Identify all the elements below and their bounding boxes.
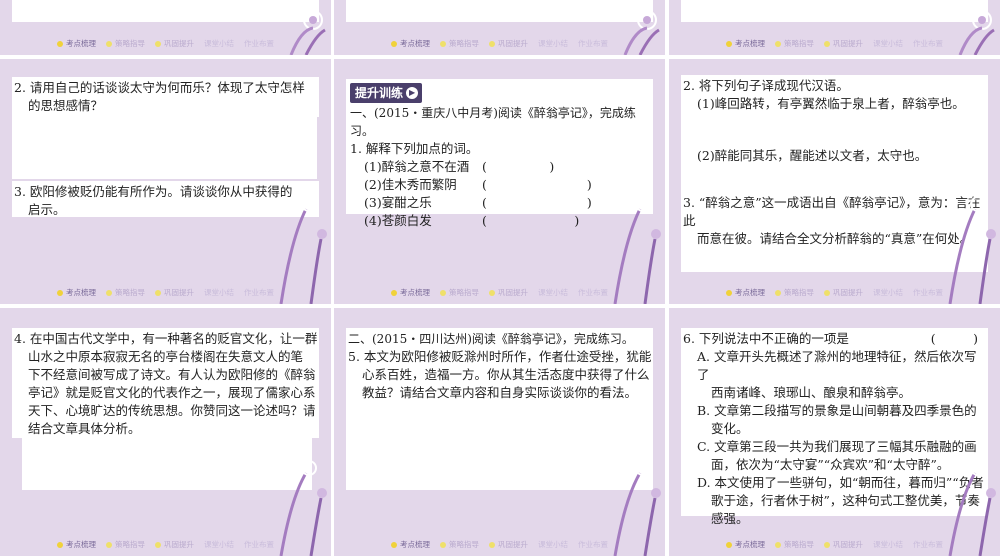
nav-kaodian[interactable]: 考点梳理: [726, 38, 765, 49]
slide-4: 2. 请用自己的话谈谈太守为何而乐？体现了太守怎样 的思想感情？ 3. 欧阳修被贬…: [0, 59, 331, 304]
nav-zuoye[interactable]: 作业布置: [244, 38, 274, 49]
question-2: 2. 请用自己的话谈谈太守为何而乐？体现了太守怎样 的思想感情？: [14, 80, 305, 113]
slide-footer: 考点梳理 策略指导 巩固提升 课堂小结 作业布置: [334, 287, 665, 298]
section-intro: 一、(2015・重庆八中月考)阅读《醉翁亭记》，完成练习。: [350, 106, 636, 138]
question-3: 3. “醉翁之意”这一成语出自《醉翁亭记》，意为：言在此 而意在彼。请结合全文分析…: [683, 195, 981, 246]
nav-gonggu[interactable]: 巩固提升: [489, 38, 528, 49]
nav-gonggu[interactable]: 巩固提升: [824, 539, 863, 550]
question-3: 3. 欧阳修被贬仍能有所作为。请谈谈你从中获得的 启示。: [14, 184, 293, 217]
question-panel: 提升训练 ▶ 一、(2015・重庆八中月考)阅读《醉翁亭记》，完成练习。 1. 解…: [346, 79, 653, 228]
nav-zuoye[interactable]: 作业布置: [913, 539, 943, 550]
sentence-2: (2)醉能同其乐，醒能述以文者，太守也。: [697, 148, 928, 163]
slide-7: 4. 在中国古代文学中，有一种著名的贬官文化，让一群 山水之中原本寂寂无名的亭台…: [0, 308, 331, 556]
tisheng-badge: 提升训练 ▶: [350, 83, 423, 103]
nav-celue[interactable]: 策略指导: [106, 287, 145, 298]
nav-zuoye[interactable]: 作业布置: [913, 38, 943, 49]
nav-zuoye[interactable]: 作业布置: [913, 287, 943, 298]
slide-footer: 考点梳理 策略指导 巩固提升 课堂小结 作业布置: [334, 539, 665, 550]
word-list: (1)醉翁之意不在酒( ) (2)佳木秀而繁阴( ) (3)宴酣之乐( ) (4…: [350, 158, 653, 230]
nav-xiaojie[interactable]: 课堂小结: [538, 539, 568, 550]
nav-celue[interactable]: 策略指导: [775, 539, 814, 550]
nav-celue[interactable]: 策略指导: [106, 539, 145, 550]
slide-footer: 考点梳理 策略指导 巩固提升 课堂小结 作业布置: [0, 539, 331, 550]
question-panel: 4. 在中国古代文学中，有一种著名的贬官文化，让一群 山水之中原本寂寂无名的亭台…: [12, 328, 319, 438]
slide-footer: 考点梳理 策略指导 巩固提升 课堂小结 作业布置: [0, 38, 331, 49]
answer-area: [12, 0, 319, 22]
nav-xiaojie[interactable]: 课堂小结: [538, 287, 568, 298]
slide-footer: 考点梳理 策略指导 巩固提升 课堂小结 作业布置: [334, 38, 665, 49]
slide-footer: 考点梳理 策略指导 巩固提升 课堂小结 作业布置: [669, 38, 1000, 49]
slide-5: 提升训练 ▶ 一、(2015・重庆八中月考)阅读《醉翁亭记》，完成练习。 1. 解…: [334, 59, 665, 304]
question-6: 6. 下列说法中不正确的一项是( ): [683, 331, 978, 346]
nav-zuoye[interactable]: 作业布置: [244, 539, 274, 550]
slide-footer: 考点梳理 策略指导 巩固提升 课堂小结 作业布置: [669, 287, 1000, 298]
slide-footer: 考点梳理 策略指导 巩固提升 课堂小结 作业布置: [669, 539, 1000, 550]
nav-xiaojie[interactable]: 课堂小结: [204, 38, 234, 49]
question-panel: 二、(2015・四川达州)阅读《醉翁亭记》，完成练习。 5. 本文为欧阳修被贬滁…: [346, 328, 653, 490]
slide-6: 2. 将下列句子译成现代汉语。 (1)峰回路转，有亭翼然临于泉上者，醉翁亭也。 …: [669, 59, 1000, 304]
nav-xiaojie[interactable]: 课堂小结: [873, 287, 903, 298]
nav-kaodian[interactable]: 考点梳理: [391, 539, 430, 550]
nav-celue[interactable]: 策略指导: [440, 287, 479, 298]
question-panel: 2. 将下列句子译成现代汉语。 (1)峰回路转，有亭翼然临于泉上者，醉翁亭也。 …: [681, 75, 988, 272]
nav-celue[interactable]: 策略指导: [440, 539, 479, 550]
nav-kaodian[interactable]: 考点梳理: [391, 287, 430, 298]
nav-kaodian[interactable]: 考点梳理: [57, 38, 96, 49]
slide-1: 考点梳理 策略指导 巩固提升 课堂小结 作业布置: [0, 0, 331, 55]
nav-xiaojie[interactable]: 课堂小结: [873, 539, 903, 550]
nav-kaodian[interactable]: 考点梳理: [57, 539, 96, 550]
option-a: A. 文章开头先概述了滁州的地理特征，然后依次写了 西南诸峰、琅琊山、酿泉和醉翁亭…: [697, 349, 977, 400]
sentence-1: (1)峰回路转，有亭翼然临于泉上者，醉翁亭也。: [697, 96, 965, 111]
nav-gonggu[interactable]: 巩固提升: [824, 38, 863, 49]
question-1: 1. 解释下列加点的词。: [350, 141, 479, 156]
nav-gonggu[interactable]: 巩固提升: [155, 287, 194, 298]
nav-celue[interactable]: 策略指导: [440, 38, 479, 49]
nav-xiaojie[interactable]: 课堂小结: [204, 539, 234, 550]
nav-xiaojie[interactable]: 课堂小结: [873, 38, 903, 49]
nav-zuoye[interactable]: 作业布置: [578, 539, 608, 550]
nav-kaodian[interactable]: 考点梳理: [726, 287, 765, 298]
slide-8: 二、(2015・四川达州)阅读《醉翁亭记》，完成练习。 5. 本文为欧阳修被贬滁…: [334, 308, 665, 556]
answer-area: [346, 0, 653, 22]
nav-celue[interactable]: 策略指导: [106, 38, 145, 49]
answer-blank: ( ): [930, 331, 978, 346]
word-item: (1)醉翁之意不在酒( ): [364, 159, 555, 174]
nav-zuoye[interactable]: 作业布置: [244, 287, 274, 298]
nav-gonggu[interactable]: 巩固提升: [824, 287, 863, 298]
nav-xiaojie[interactable]: 课堂小结: [204, 287, 234, 298]
option-d: D. 本文使用了一些骈句，如“朝而往，暮而归”“负者 歌于途，行者休于树”，这种句…: [697, 475, 984, 526]
answer-area: [22, 438, 312, 490]
answer-area: [12, 117, 318, 179]
answer-area: [681, 0, 988, 22]
word-item: (4)苍颜白发( ): [364, 213, 580, 228]
option-c: C. 文章第三段一共为我们展现了三幅其乐融融的画 面，依次为“太守宴”“众宾欢”和…: [697, 439, 977, 472]
nav-zuoye[interactable]: 作业布置: [578, 287, 608, 298]
nav-celue[interactable]: 策略指导: [775, 287, 814, 298]
section-intro: 二、(2015・四川达州)阅读《醉翁亭记》，完成练习。: [348, 332, 634, 346]
question-panel: 2. 请用自己的话谈谈太守为何而乐？体现了太守怎样 的思想感情？: [12, 77, 319, 117]
option-b: B. 文章第二段描写的景象是山间朝暮及四季景色的 变化。: [697, 403, 977, 436]
question-panel-2: 3. 欧阳修被贬仍能有所作为。请谈谈你从中获得的 启示。: [12, 181, 319, 217]
slide-footer: 考点梳理 策略指导 巩固提升 课堂小结 作业布置: [0, 287, 331, 298]
question-2: 2. 将下列句子译成现代汉语。: [683, 78, 849, 93]
nav-celue[interactable]: 策略指导: [775, 38, 814, 49]
nav-kaodian[interactable]: 考点梳理: [57, 287, 96, 298]
slide-9: 6. 下列说法中不正确的一项是( ) A. 文章开头先概述了滁州的地理特征，然后…: [669, 308, 1000, 556]
nav-kaodian[interactable]: 考点梳理: [391, 38, 430, 49]
play-arrow-icon: ▶: [406, 87, 419, 99]
word-item: (2)佳木秀而繁阴( ): [364, 177, 592, 192]
nav-gonggu[interactable]: 巩固提升: [489, 287, 528, 298]
word-item: (3)宴酣之乐( ): [364, 195, 592, 210]
question-5: 5. 本文为欧阳修被贬滁州时所作，作者仕途受挫，犹能 心系百姓，造福一方。你从其…: [348, 349, 652, 400]
question-panel: 6. 下列说法中不正确的一项是( ) A. 文章开头先概述了滁州的地理特征，然后…: [681, 328, 988, 526]
nav-zuoye[interactable]: 作业布置: [578, 38, 608, 49]
slide-3: 考点梳理 策略指导 巩固提升 课堂小结 作业布置: [669, 0, 1000, 55]
slide-2: 考点梳理 策略指导 巩固提升 课堂小结 作业布置: [334, 0, 665, 55]
nav-gonggu[interactable]: 巩固提升: [489, 539, 528, 550]
nav-gonggu[interactable]: 巩固提升: [155, 38, 194, 49]
nav-xiaojie[interactable]: 课堂小结: [538, 38, 568, 49]
nav-kaodian[interactable]: 考点梳理: [726, 539, 765, 550]
nav-gonggu[interactable]: 巩固提升: [155, 539, 194, 550]
question-4: 4. 在中国古代文学中，有一种著名的贬官文化，让一群 山水之中原本寂寂无名的亭台…: [14, 331, 318, 436]
